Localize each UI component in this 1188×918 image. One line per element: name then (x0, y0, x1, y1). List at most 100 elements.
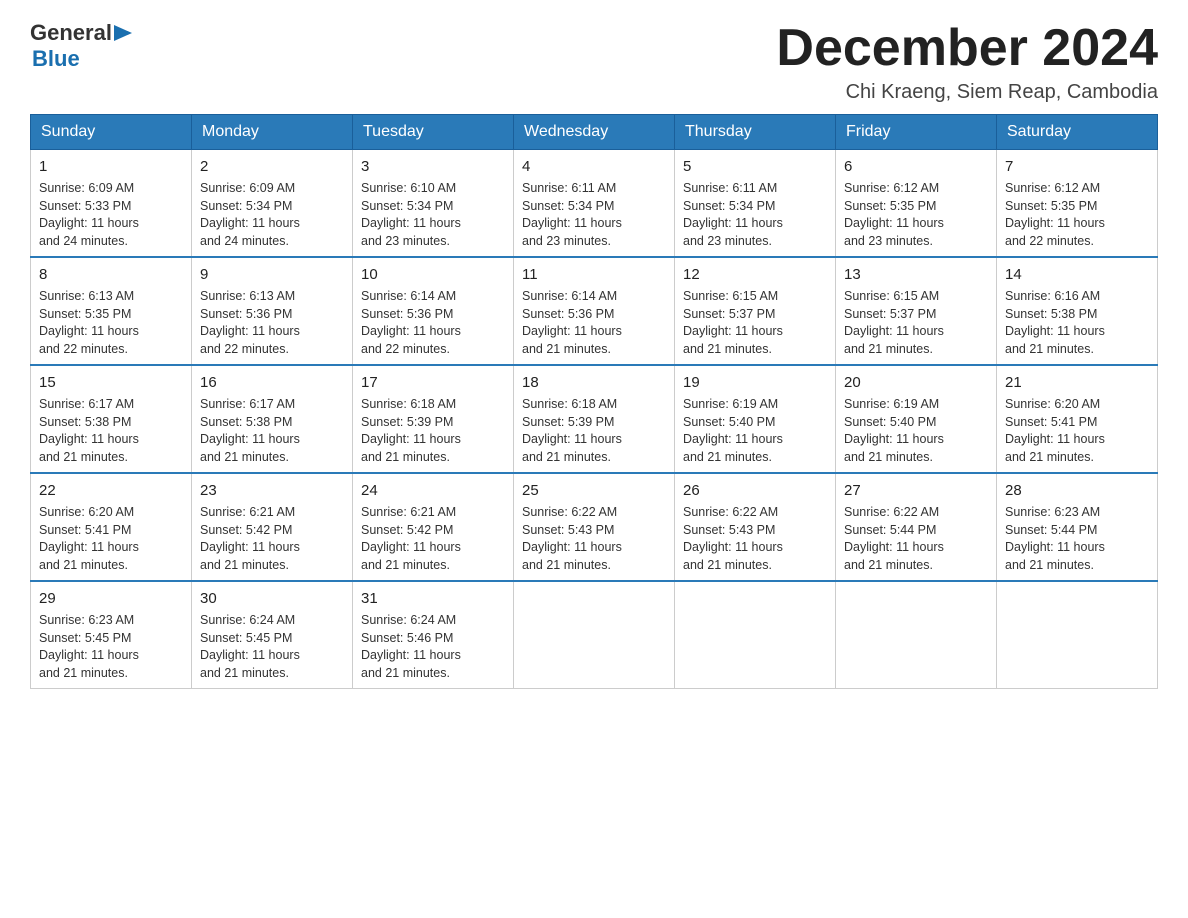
day-info: Sunrise: 6:14 AMSunset: 5:36 PMDaylight:… (361, 289, 461, 356)
day-number: 18 (522, 372, 666, 393)
page-subtitle: Chi Kraeng, Siem Reap, Cambodia (776, 81, 1158, 104)
day-number: 8 (39, 264, 183, 285)
day-info: Sunrise: 6:09 AMSunset: 5:33 PMDaylight:… (39, 181, 139, 248)
calendar-table: SundayMondayTuesdayWednesdayThursdayFrid… (30, 114, 1158, 689)
logo-general: General (30, 20, 112, 46)
calendar-cell: 25 Sunrise: 6:22 AMSunset: 5:43 PMDaylig… (514, 473, 675, 581)
day-number: 12 (683, 264, 827, 285)
day-info: Sunrise: 6:22 AMSunset: 5:43 PMDaylight:… (683, 505, 783, 572)
day-number: 1 (39, 156, 183, 177)
calendar-cell: 17 Sunrise: 6:18 AMSunset: 5:39 PMDaylig… (353, 365, 514, 473)
calendar-cell: 29 Sunrise: 6:23 AMSunset: 5:45 PMDaylig… (31, 581, 192, 689)
day-header-tuesday: Tuesday (353, 115, 514, 150)
calendar-cell: 18 Sunrise: 6:18 AMSunset: 5:39 PMDaylig… (514, 365, 675, 473)
day-number: 16 (200, 372, 344, 393)
day-number: 4 (522, 156, 666, 177)
day-number: 15 (39, 372, 183, 393)
calendar-cell: 9 Sunrise: 6:13 AMSunset: 5:36 PMDayligh… (192, 257, 353, 365)
day-info: Sunrise: 6:12 AMSunset: 5:35 PMDaylight:… (844, 181, 944, 248)
day-number: 6 (844, 156, 988, 177)
day-info: Sunrise: 6:19 AMSunset: 5:40 PMDaylight:… (683, 397, 783, 464)
day-info: Sunrise: 6:23 AMSunset: 5:45 PMDaylight:… (39, 613, 139, 680)
calendar-cell: 22 Sunrise: 6:20 AMSunset: 5:41 PMDaylig… (31, 473, 192, 581)
day-info: Sunrise: 6:23 AMSunset: 5:44 PMDaylight:… (1005, 505, 1105, 572)
calendar-cell: 23 Sunrise: 6:21 AMSunset: 5:42 PMDaylig… (192, 473, 353, 581)
calendar-cell (675, 581, 836, 689)
calendar-cell: 7 Sunrise: 6:12 AMSunset: 5:35 PMDayligh… (997, 150, 1158, 258)
day-number: 30 (200, 588, 344, 609)
calendar-cell: 24 Sunrise: 6:21 AMSunset: 5:42 PMDaylig… (353, 473, 514, 581)
day-info: Sunrise: 6:11 AMSunset: 5:34 PMDaylight:… (683, 181, 783, 248)
day-number: 19 (683, 372, 827, 393)
day-info: Sunrise: 6:24 AMSunset: 5:46 PMDaylight:… (361, 613, 461, 680)
calendar-cell: 3 Sunrise: 6:10 AMSunset: 5:34 PMDayligh… (353, 150, 514, 258)
day-info: Sunrise: 6:17 AMSunset: 5:38 PMDaylight:… (200, 397, 300, 464)
logo-arrow-icon (114, 25, 132, 41)
day-info: Sunrise: 6:15 AMSunset: 5:37 PMDaylight:… (683, 289, 783, 356)
day-number: 25 (522, 480, 666, 501)
day-number: 27 (844, 480, 988, 501)
calendar-cell: 28 Sunrise: 6:23 AMSunset: 5:44 PMDaylig… (997, 473, 1158, 581)
calendar-cell: 1 Sunrise: 6:09 AMSunset: 5:33 PMDayligh… (31, 150, 192, 258)
calendar-cell: 12 Sunrise: 6:15 AMSunset: 5:37 PMDaylig… (675, 257, 836, 365)
calendar-cell: 5 Sunrise: 6:11 AMSunset: 5:34 PMDayligh… (675, 150, 836, 258)
day-info: Sunrise: 6:11 AMSunset: 5:34 PMDaylight:… (522, 181, 622, 248)
logo-blue: Blue (32, 46, 132, 72)
day-info: Sunrise: 6:09 AMSunset: 5:34 PMDaylight:… (200, 181, 300, 248)
day-info: Sunrise: 6:13 AMSunset: 5:36 PMDaylight:… (200, 289, 300, 356)
calendar-cell: 30 Sunrise: 6:24 AMSunset: 5:45 PMDaylig… (192, 581, 353, 689)
day-number: 23 (200, 480, 344, 501)
calendar-cell: 16 Sunrise: 6:17 AMSunset: 5:38 PMDaylig… (192, 365, 353, 473)
calendar-cell: 19 Sunrise: 6:19 AMSunset: 5:40 PMDaylig… (675, 365, 836, 473)
calendar-cell: 13 Sunrise: 6:15 AMSunset: 5:37 PMDaylig… (836, 257, 997, 365)
week-row-1: 1 Sunrise: 6:09 AMSunset: 5:33 PMDayligh… (31, 150, 1158, 258)
calendar-cell: 14 Sunrise: 6:16 AMSunset: 5:38 PMDaylig… (997, 257, 1158, 365)
day-number: 2 (200, 156, 344, 177)
week-row-4: 22 Sunrise: 6:20 AMSunset: 5:41 PMDaylig… (31, 473, 1158, 581)
calendar-cell: 6 Sunrise: 6:12 AMSunset: 5:35 PMDayligh… (836, 150, 997, 258)
day-header-saturday: Saturday (997, 115, 1158, 150)
day-number: 9 (200, 264, 344, 285)
calendar-cell: 21 Sunrise: 6:20 AMSunset: 5:41 PMDaylig… (997, 365, 1158, 473)
week-row-5: 29 Sunrise: 6:23 AMSunset: 5:45 PMDaylig… (31, 581, 1158, 689)
day-info: Sunrise: 6:18 AMSunset: 5:39 PMDaylight:… (361, 397, 461, 464)
calendar-cell: 15 Sunrise: 6:17 AMSunset: 5:38 PMDaylig… (31, 365, 192, 473)
day-number: 20 (844, 372, 988, 393)
day-info: Sunrise: 6:17 AMSunset: 5:38 PMDaylight:… (39, 397, 139, 464)
calendar-cell: 2 Sunrise: 6:09 AMSunset: 5:34 PMDayligh… (192, 150, 353, 258)
calendar-cell (836, 581, 997, 689)
day-info: Sunrise: 6:19 AMSunset: 5:40 PMDaylight:… (844, 397, 944, 464)
logo: General Blue (30, 20, 132, 72)
day-header-friday: Friday (836, 115, 997, 150)
day-info: Sunrise: 6:22 AMSunset: 5:43 PMDaylight:… (522, 505, 622, 572)
day-number: 13 (844, 264, 988, 285)
day-header-thursday: Thursday (675, 115, 836, 150)
day-info: Sunrise: 6:12 AMSunset: 5:35 PMDaylight:… (1005, 181, 1105, 248)
calendar-cell: 4 Sunrise: 6:11 AMSunset: 5:34 PMDayligh… (514, 150, 675, 258)
day-number: 28 (1005, 480, 1149, 501)
day-info: Sunrise: 6:21 AMSunset: 5:42 PMDaylight:… (361, 505, 461, 572)
page-title: December 2024 (776, 20, 1158, 77)
page-header: General Blue December 2024 Chi Kraeng, S… (30, 20, 1158, 104)
day-number: 24 (361, 480, 505, 501)
day-info: Sunrise: 6:22 AMSunset: 5:44 PMDaylight:… (844, 505, 944, 572)
day-info: Sunrise: 6:13 AMSunset: 5:35 PMDaylight:… (39, 289, 139, 356)
day-info: Sunrise: 6:24 AMSunset: 5:45 PMDaylight:… (200, 613, 300, 680)
day-info: Sunrise: 6:18 AMSunset: 5:39 PMDaylight:… (522, 397, 622, 464)
calendar-cell (997, 581, 1158, 689)
calendar-cell: 11 Sunrise: 6:14 AMSunset: 5:36 PMDaylig… (514, 257, 675, 365)
calendar-cell: 26 Sunrise: 6:22 AMSunset: 5:43 PMDaylig… (675, 473, 836, 581)
day-info: Sunrise: 6:21 AMSunset: 5:42 PMDaylight:… (200, 505, 300, 572)
calendar-cell: 20 Sunrise: 6:19 AMSunset: 5:40 PMDaylig… (836, 365, 997, 473)
calendar-cell: 8 Sunrise: 6:13 AMSunset: 5:35 PMDayligh… (31, 257, 192, 365)
day-number: 21 (1005, 372, 1149, 393)
day-header-sunday: Sunday (31, 115, 192, 150)
day-info: Sunrise: 6:14 AMSunset: 5:36 PMDaylight:… (522, 289, 622, 356)
day-header-monday: Monday (192, 115, 353, 150)
day-info: Sunrise: 6:10 AMSunset: 5:34 PMDaylight:… (361, 181, 461, 248)
day-number: 14 (1005, 264, 1149, 285)
day-header-wednesday: Wednesday (514, 115, 675, 150)
week-row-2: 8 Sunrise: 6:13 AMSunset: 5:35 PMDayligh… (31, 257, 1158, 365)
calendar-cell: 27 Sunrise: 6:22 AMSunset: 5:44 PMDaylig… (836, 473, 997, 581)
day-number: 31 (361, 588, 505, 609)
